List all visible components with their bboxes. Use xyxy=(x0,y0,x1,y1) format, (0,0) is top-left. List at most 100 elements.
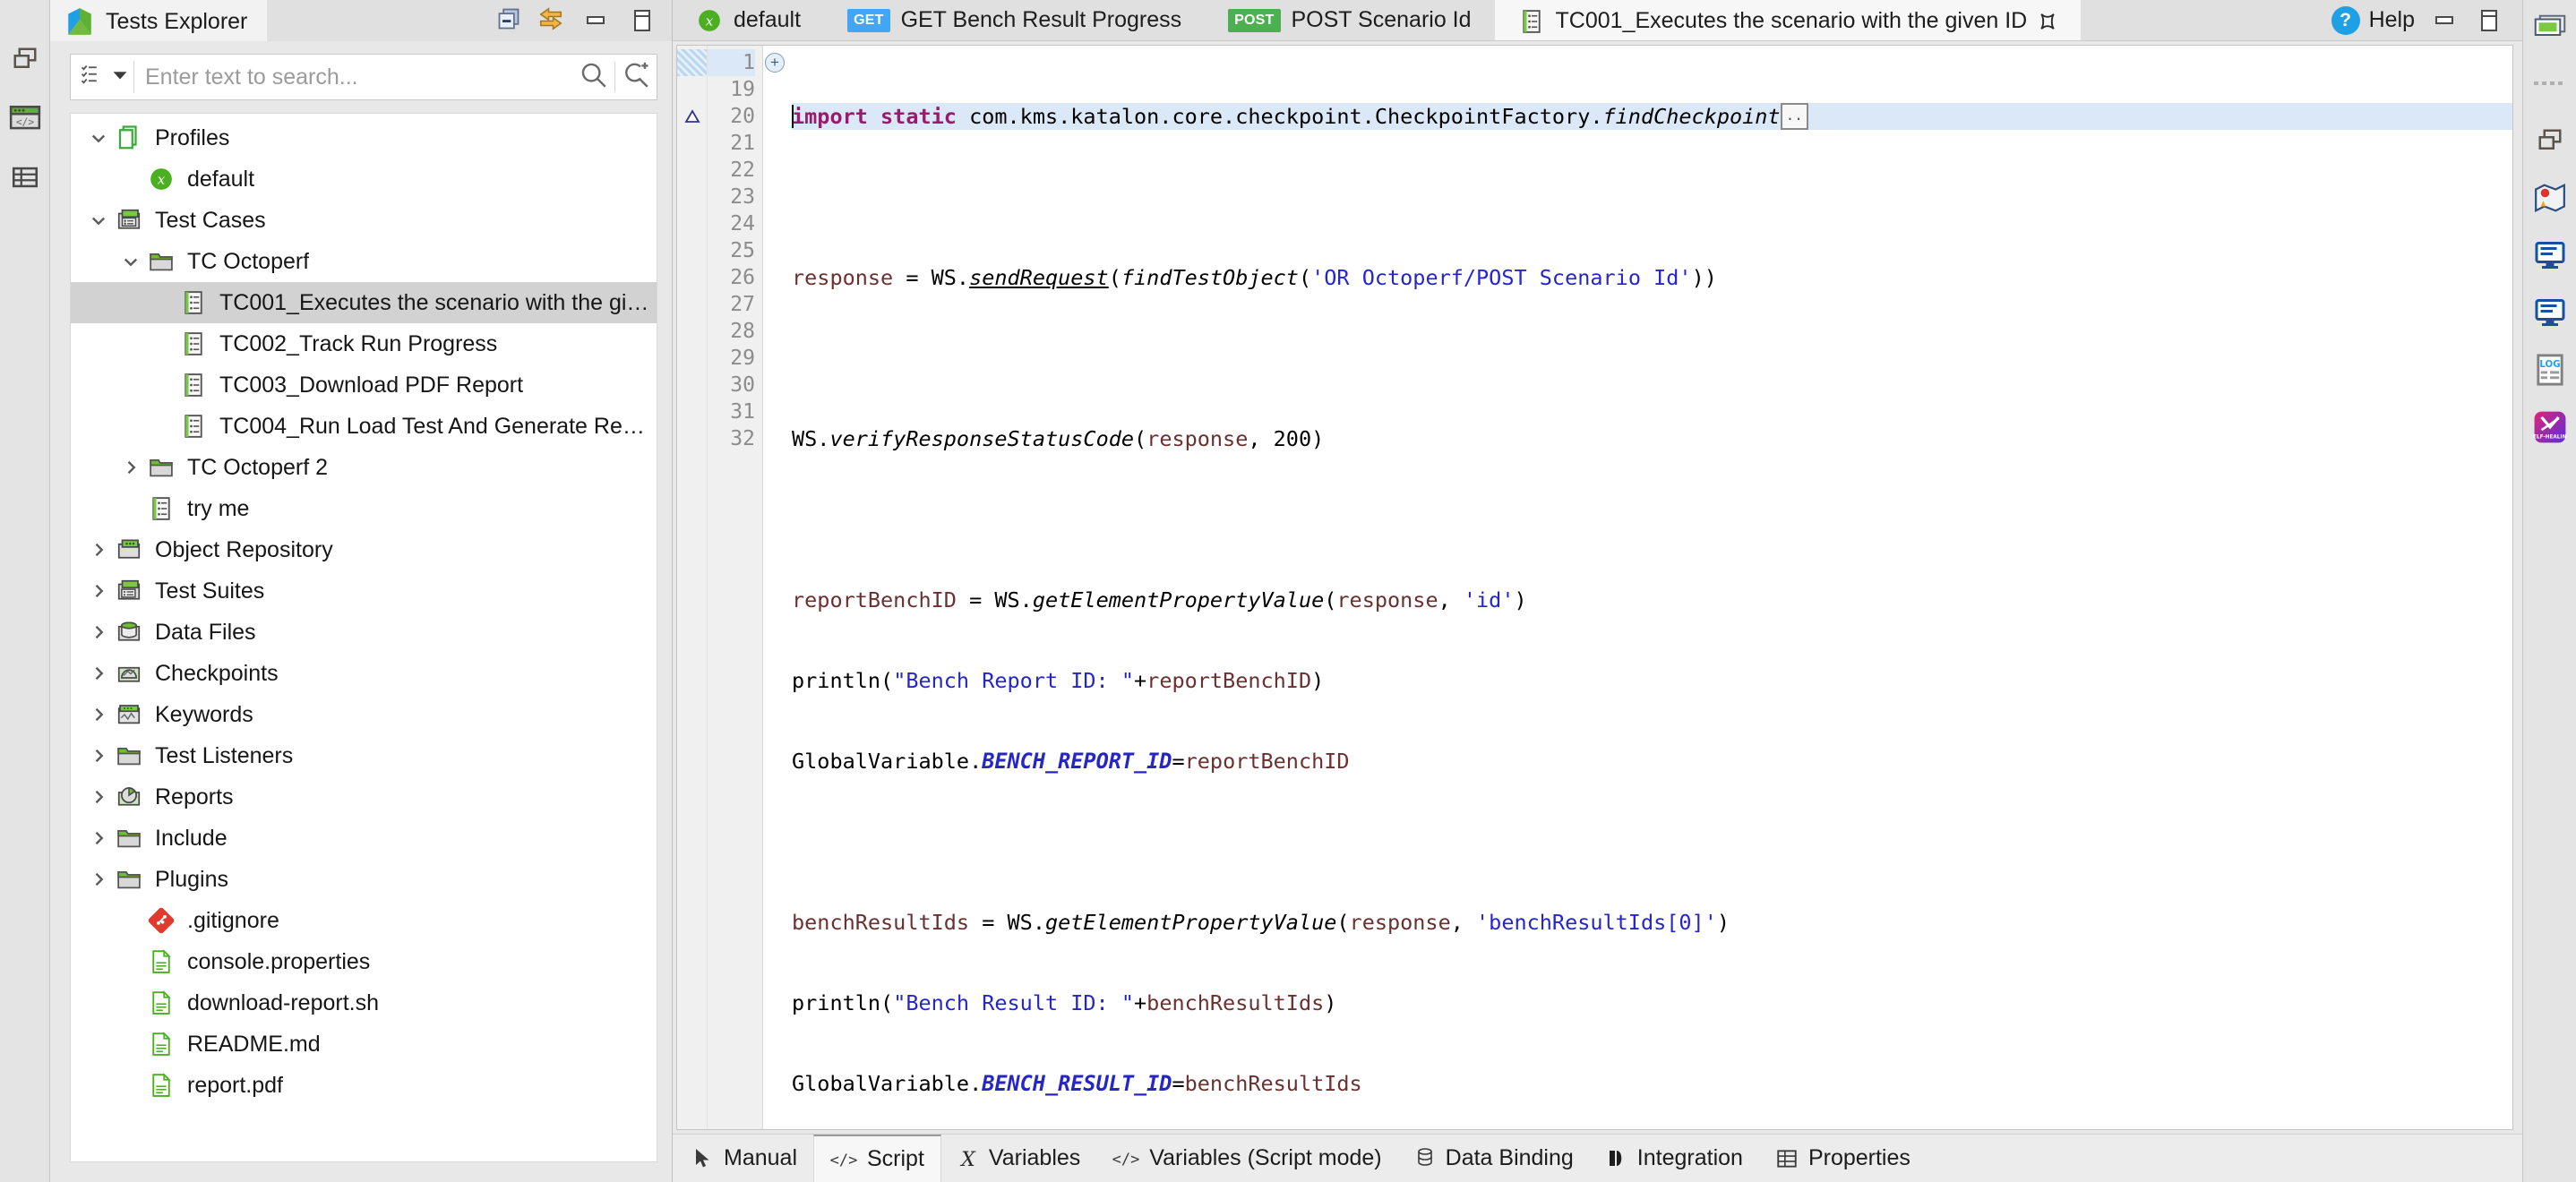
script-editor[interactable]: 1 19 20 21 22 23 24 25 26 27 28 29 30 31 32 + import s… xyxy=(676,45,2513,1130)
database-icon xyxy=(1414,1147,1436,1170)
restore-window-icon[interactable] xyxy=(2531,122,2569,159)
restore-window-icon[interactable] xyxy=(7,41,43,77)
profiles-icon xyxy=(114,124,144,151)
search-icon[interactable] xyxy=(579,60,609,95)
object-spy-icon[interactable] xyxy=(2531,179,2569,217)
minimize-icon[interactable] xyxy=(2429,7,2460,34)
tree-item-label: Test Suites xyxy=(155,578,265,604)
code-content[interactable]: import static com.kms.katalon.core.check… xyxy=(786,46,2512,1129)
tree-item-label: Profiles xyxy=(155,124,230,150)
fold-slot xyxy=(763,157,786,184)
fold-expand-icon[interactable]: + xyxy=(763,49,786,76)
chevron-right-icon[interactable] xyxy=(116,458,146,476)
search-plus-icon[interactable] xyxy=(621,60,651,95)
tree-item-checkpoints[interactable]: Checkpoints xyxy=(71,653,657,694)
code-line: response = WS.sendRequest(findTestObject… xyxy=(792,265,1717,290)
chevron-right-icon[interactable] xyxy=(83,582,114,600)
tree-item-report-pdf[interactable]: report.pdf xyxy=(71,1065,657,1106)
tree-item-gitignore[interactable]: .gitignore xyxy=(71,900,657,941)
tree-item-object-repository[interactable]: Object Repository xyxy=(71,529,657,570)
bottom-tab-manual[interactable]: Manual xyxy=(676,1135,813,1182)
chevron-right-icon[interactable] xyxy=(83,623,114,641)
tree-item-tc-octoperf[interactable]: TC Octoperf xyxy=(71,241,657,282)
chevron-right-icon[interactable] xyxy=(83,664,114,682)
chevron-right-icon[interactable] xyxy=(83,747,114,765)
filter-checklist-icon[interactable] xyxy=(80,62,107,93)
chevron-down-icon[interactable] xyxy=(83,211,114,229)
close-icon[interactable] xyxy=(2038,12,2057,31)
tree-item-profiles[interactable]: Profiles xyxy=(71,117,657,158)
editor-tab-tc001-executes-the-scenario-with-the-given-id[interactable]: TC001_Executes the scenario with the giv… xyxy=(1494,0,2082,40)
tree-item-test-suites[interactable]: Test Suites xyxy=(71,570,657,612)
chevron-down-icon[interactable] xyxy=(116,253,146,270)
tree-item-test-cases[interactable]: Test Cases xyxy=(71,200,657,241)
code-line: benchResultIds = WS.getElementPropertyVa… xyxy=(792,910,1730,935)
self-healing-icon[interactable]: SELF-HEALING xyxy=(2531,408,2569,446)
tree-item-default[interactable]: x default xyxy=(71,158,657,200)
tree-item-plugins[interactable]: Plugins xyxy=(71,859,657,900)
file-icon xyxy=(146,948,176,975)
tree-item-tc-octoperf-2[interactable]: TC Octoperf 2 xyxy=(71,447,657,488)
editor-tab-default[interactable]: x default xyxy=(673,0,825,40)
tree-item-readme-md[interactable]: README.md xyxy=(71,1024,657,1065)
tree-item-label: try me xyxy=(187,495,250,521)
tab-tests-explorer[interactable]: Tests Explorer xyxy=(50,0,268,41)
left-rail: </> xyxy=(0,0,50,1182)
tree-item-download-report-sh[interactable]: download-report.sh xyxy=(71,982,657,1024)
tree-item-test-listeners[interactable]: Test Listeners xyxy=(71,735,657,776)
tree-item-include[interactable]: Include xyxy=(71,818,657,859)
test-explorer-panel-icon[interactable] xyxy=(2531,7,2569,45)
maximize-icon[interactable] xyxy=(2474,7,2504,34)
bottom-tab-properties[interactable]: Properties xyxy=(1758,1135,1927,1182)
editor-marker-column[interactable] xyxy=(677,46,708,1129)
tree-item-try-me[interactable]: try me xyxy=(71,488,657,529)
console-icon[interactable] xyxy=(2531,236,2569,274)
collapse-all-icon[interactable] xyxy=(496,6,521,36)
tree-item-console-properties[interactable]: console.properties xyxy=(71,941,657,982)
log-viewer-icon[interactable] xyxy=(2531,294,2569,331)
search-box[interactable] xyxy=(70,54,657,100)
chevron-right-icon[interactable] xyxy=(83,829,114,847)
link-with-editor-icon[interactable] xyxy=(537,5,564,37)
tree-item-tc001-executes-the-scenario-with-the-given-id[interactable]: TC001_Executes the scenario with the giv… xyxy=(71,282,657,323)
tree-item-tc003-download-pdf-report[interactable]: TC003_Download PDF Report xyxy=(71,364,657,406)
line-number: 20 xyxy=(730,105,755,128)
line-number: 31 xyxy=(730,400,755,424)
code-fold-column[interactable]: + xyxy=(763,46,786,1129)
maximize-icon[interactable] xyxy=(627,7,657,34)
tab-label: Tests Explorer xyxy=(106,8,248,34)
project-tree[interactable]: Profiles x default Test Cases TC Octoperf TC0… xyxy=(70,113,657,1162)
bottom-tab-variables-script-mode[interactable]: </> Variables (Script mode) xyxy=(1096,1135,1398,1182)
chevron-down-icon[interactable] xyxy=(83,129,114,147)
script-editor-icon[interactable]: </> xyxy=(7,100,43,136)
marker-slot xyxy=(677,372,707,398)
chevron-right-icon[interactable] xyxy=(83,870,114,888)
bottom-tab-integration[interactable]: Integration xyxy=(1589,1135,1759,1182)
chevron-right-icon[interactable] xyxy=(83,541,114,559)
log-icon[interactable]: LOG xyxy=(2531,351,2569,389)
tree-item-reports[interactable]: Reports xyxy=(71,776,657,818)
tree-item-tc004-run-load-test-and-generate-report[interactable]: TC004_Run Load Test And Generate Report xyxy=(71,406,657,447)
chevron-right-icon[interactable] xyxy=(83,706,114,724)
tree-item-label: Test Listeners xyxy=(155,742,294,768)
bottom-tab-data-binding[interactable]: Data Binding xyxy=(1397,1135,1590,1182)
chevron-right-icon[interactable] xyxy=(83,788,114,806)
chevron-down-icon[interactable] xyxy=(112,67,128,88)
line-number: 32 xyxy=(730,427,755,450)
help-button[interactable]: ? Help xyxy=(2331,5,2415,35)
file-icon xyxy=(146,989,176,1016)
minimize-icon[interactable] xyxy=(580,7,611,34)
fold-slot xyxy=(763,264,786,291)
tree-item-keywords[interactable]: Keywords xyxy=(71,694,657,735)
code-line: println("Bench Result ID: "+benchResultI… xyxy=(792,990,1337,1015)
table-icon[interactable] xyxy=(7,159,43,195)
tree-item-tc002-track-run-progress[interactable]: TC002_Track Run Progress xyxy=(71,323,657,364)
bottom-tab-script[interactable]: </> Script xyxy=(813,1135,941,1182)
tree-item-data-files[interactable]: Data Files xyxy=(71,612,657,653)
editor-tab-get-bench-result-progress[interactable]: GET GET Bench Result Progress xyxy=(824,0,1206,40)
bottom-tab-variables[interactable]: X Variables xyxy=(940,1135,1097,1182)
svg-text:x: x xyxy=(706,13,714,29)
search-input[interactable] xyxy=(133,61,573,93)
editor-tab-post-scenario-id[interactable]: POST POST Scenario Id xyxy=(1205,0,1495,40)
